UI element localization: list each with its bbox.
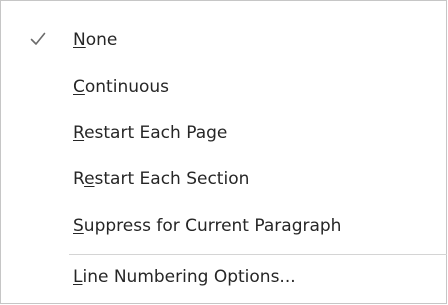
menu-item-restart-each-page[interactable]: Restart Each Page [1,113,446,153]
menu-item-label: Restart Each Page [73,123,228,143]
menu-item-suppress-for-current-paragraph[interactable]: Suppress for Current Paragraph [1,206,446,246]
menu-item-line-numbering-options[interactable]: Line Numbering Options... [1,257,446,297]
menu-item-label: Continuous [73,77,170,97]
menu-item-label: None [73,30,118,50]
checkmark-icon [29,30,47,48]
line-numbers-dropdown-menu: None Continuous Restart Each Page Restar… [0,0,447,304]
menu-item-continuous[interactable]: Continuous [1,67,446,107]
menu-item-restart-each-section[interactable]: Restart Each Section [1,159,446,199]
menu-item-label: Suppress for Current Paragraph [73,216,342,236]
menu-item-label: Restart Each Section [73,169,250,189]
menu-separator [69,254,447,255]
menu-item-none[interactable]: None [1,20,446,60]
menu-item-label: Line Numbering Options... [73,267,296,287]
